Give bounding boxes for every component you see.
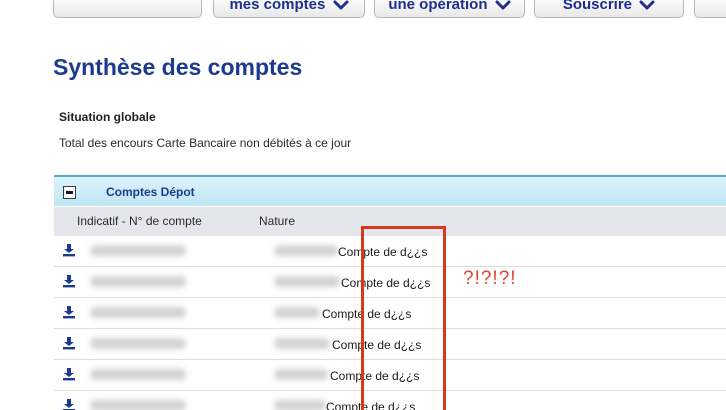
masked-account-number xyxy=(90,400,186,410)
page: mes comptes une opération Souscrire Synt… xyxy=(0,0,726,410)
download-icon[interactable] xyxy=(62,367,76,381)
section-title: Comptes Dépot xyxy=(106,185,195,199)
download-icon[interactable] xyxy=(62,336,76,350)
masked-account-number xyxy=(90,245,186,256)
comptes-depot-section-header: Comptes Dépot xyxy=(54,175,726,206)
page-title: Synthèse des comptes xyxy=(53,54,303,80)
nav-souscrire-label: Souscrire xyxy=(562,0,633,14)
masked-nature-prefix xyxy=(274,400,326,410)
situation-globale-heading: Situation globale xyxy=(59,110,156,124)
nav-more-button[interactable] xyxy=(694,0,726,18)
chevron-down-icon xyxy=(333,0,349,10)
download-icon[interactable] xyxy=(62,398,76,410)
download-icon[interactable] xyxy=(62,274,76,288)
nav-souscrire[interactable]: Souscrire xyxy=(534,0,684,18)
card-outstanding-text: Total des encours Carte Bancaire non déb… xyxy=(59,136,352,150)
masked-account-number xyxy=(90,338,186,349)
masked-account-number xyxy=(90,307,186,318)
masked-nature-prefix xyxy=(274,276,340,287)
chevron-down-icon xyxy=(639,0,655,10)
nav-une-operation-label: une opération xyxy=(388,0,488,14)
annotation-text: ?!?!?! xyxy=(463,268,517,289)
masked-account-number xyxy=(90,369,186,380)
column-header-account: Indicatif - N° de compte xyxy=(77,214,202,228)
column-header-nature: Nature xyxy=(259,214,296,228)
chevron-down-icon xyxy=(495,0,511,10)
top-nav: mes comptes une opération Souscrire xyxy=(0,0,726,22)
download-icon[interactable] xyxy=(62,305,76,319)
masked-nature-prefix xyxy=(274,338,330,349)
nav-placeholder-button[interactable] xyxy=(53,0,202,18)
masked-account-number xyxy=(90,276,186,287)
masked-nature-prefix xyxy=(274,245,338,256)
masked-nature-prefix xyxy=(274,307,320,318)
masked-nature-prefix xyxy=(274,369,328,380)
nav-mes-comptes[interactable]: mes comptes xyxy=(213,0,365,18)
nav-mes-comptes-label: mes comptes xyxy=(229,0,326,14)
collapse-icon[interactable] xyxy=(63,186,76,199)
download-icon[interactable] xyxy=(62,243,76,257)
nav-une-operation[interactable]: une opération xyxy=(374,0,525,18)
annotation-highlight-box xyxy=(361,226,446,410)
